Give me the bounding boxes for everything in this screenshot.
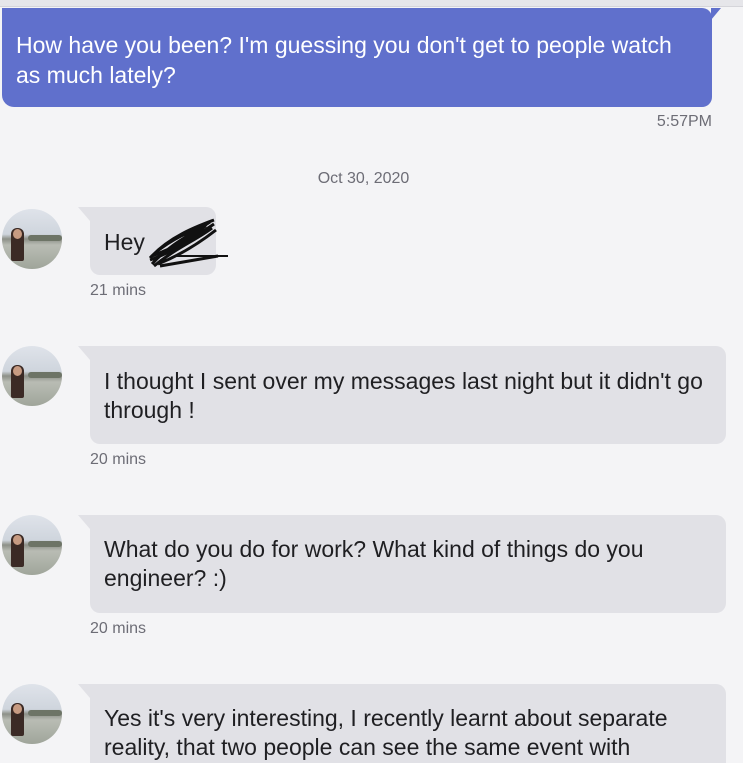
avatar[interactable] [2, 209, 62, 269]
avatar[interactable] [2, 346, 62, 406]
message-timestamp: 21 mins [90, 282, 147, 299]
incoming-message-bubble[interactable]: What do you do for work? What kind of th… [78, 515, 726, 613]
incoming-message-text: I thought I sent over my messages last n… [104, 368, 703, 423]
incoming-message-text: Hey [104, 229, 145, 255]
top-divider [0, 0, 743, 7]
outgoing-message-text: How have you been? I'm guessing you don'… [16, 32, 672, 88]
date-separator: Oct 30, 2020 [317, 170, 410, 187]
outgoing-message-bubble[interactable]: How have you been? I'm guessing you don'… [2, 8, 721, 107]
message-timestamp: 20 mins [90, 451, 147, 468]
message-timestamp: 20 mins [90, 620, 147, 637]
redaction-scribble [148, 218, 228, 268]
incoming-message-text: What do you do for work? What kind of th… [104, 536, 644, 591]
incoming-message-bubble[interactable]: Yes it's very interesting, I recently le… [78, 684, 726, 763]
incoming-message-bubble[interactable]: I thought I sent over my messages last n… [78, 346, 726, 444]
outgoing-message-time: 5:57PM [656, 113, 712, 130]
avatar[interactable] [2, 684, 62, 744]
incoming-message-text: Yes it's very interesting, I recently le… [104, 705, 668, 760]
avatar[interactable] [2, 515, 62, 575]
